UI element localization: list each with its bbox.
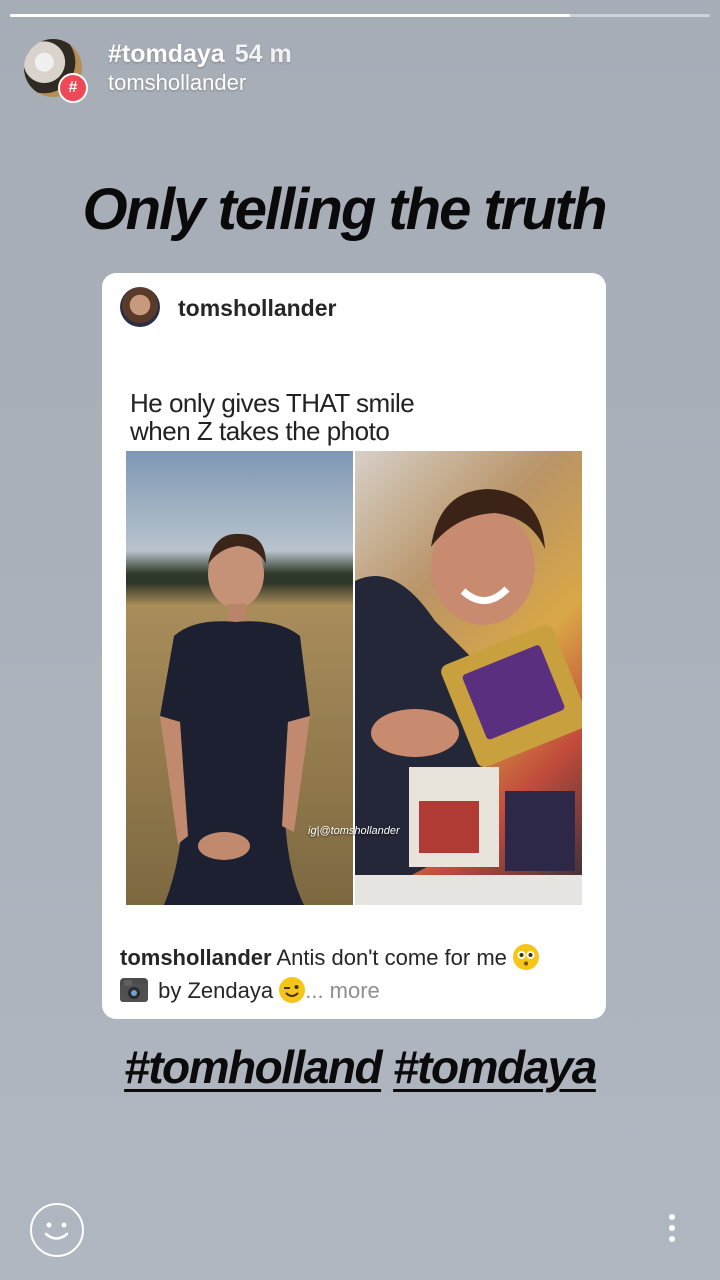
hashtag-badge-icon: # [58, 73, 88, 103]
caption-more-link[interactable]: ... more [305, 978, 380, 1003]
story-hashtags: #tomholland #tomdaya [0, 1040, 720, 1094]
story-progress-fill [10, 14, 570, 17]
smiley-icon[interactable] [30, 1203, 84, 1257]
caption-username[interactable]: tomshollander [120, 945, 272, 970]
person-right-figure [355, 489, 582, 905]
story-header-text[interactable]: #tomdaya 54 m tomshollander [108, 39, 292, 97]
person-left-figure [160, 533, 310, 905]
story-progress-bar [10, 14, 710, 17]
hashtag-sticker-tomholland[interactable]: #tomholland [124, 1041, 382, 1093]
post-photo[interactable]: ig|@tomshollander [126, 451, 582, 905]
story-timestamp: 54 m [234, 40, 292, 68]
story-username[interactable]: tomshollander [108, 69, 292, 97]
post-avatar[interactable] [120, 287, 160, 327]
post-image-caption-line1: He only gives THAT smile [130, 388, 415, 418]
caption-text-1: Antis don't come for me [276, 945, 507, 970]
post-image-caption-line2: when Z takes the photo [130, 416, 390, 446]
story-avatar[interactable]: # [24, 39, 88, 103]
story-hashtag-title[interactable]: #tomdaya [108, 40, 225, 68]
post-username[interactable]: tomshollander [178, 295, 336, 322]
caption-text-2: by Zendaya [158, 978, 274, 1003]
post-caption[interactable]: tomshollander Antis don't come for me by… [120, 941, 590, 1007]
flushed-emoji-icon [513, 944, 540, 970]
shared-post-card[interactable]: tomshollander He only gives THAT smile w… [102, 273, 606, 1019]
post-photo-watermark: ig|@tomshollander [308, 825, 400, 837]
story-header[interactable]: # #tomdaya 54 m tomshollander [24, 36, 292, 103]
hashtag-sticker-tomdaya[interactable]: #tomdaya [393, 1041, 597, 1093]
post-image-caption: He only gives THAT smile when Z takes th… [130, 389, 530, 445]
story-headline-text: Only telling the truth [82, 177, 607, 242]
camera-emoji-icon [120, 978, 148, 1002]
more-options-icon[interactable] [666, 1214, 678, 1250]
wink-emoji-icon [279, 977, 306, 1003]
